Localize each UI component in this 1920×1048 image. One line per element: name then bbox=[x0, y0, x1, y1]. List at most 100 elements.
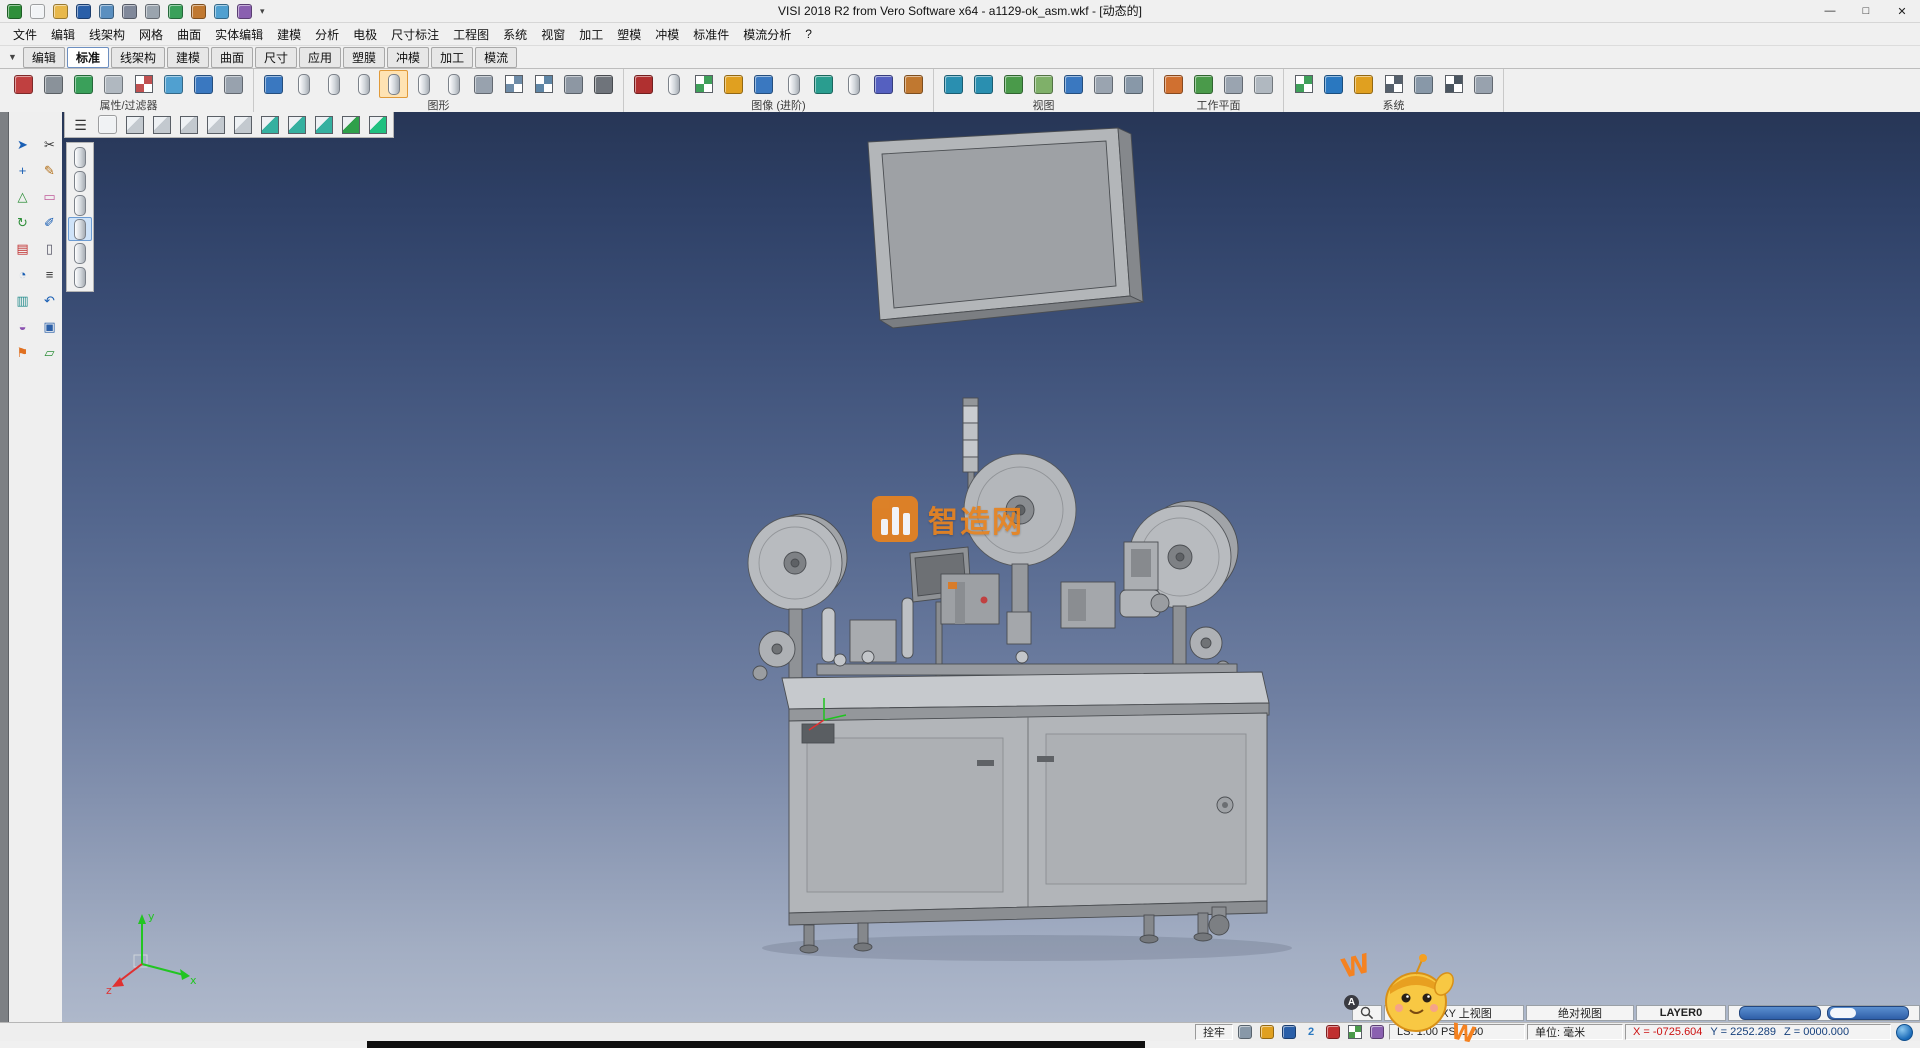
view-dynamic-icon[interactable] bbox=[1119, 70, 1148, 98]
clip-plane6-icon[interactable] bbox=[68, 265, 92, 289]
clip-plane2-icon[interactable] bbox=[68, 169, 92, 193]
wire-style2-icon[interactable] bbox=[319, 70, 348, 98]
adv-gallery-icon[interactable] bbox=[869, 70, 898, 98]
close-button[interactable]: ✕ bbox=[1884, 0, 1920, 22]
shade-style3-icon[interactable] bbox=[409, 70, 438, 98]
view-top-icon[interactable] bbox=[121, 113, 148, 137]
filter-link-icon[interactable] bbox=[159, 70, 188, 98]
shade-style-icon[interactable] bbox=[349, 70, 378, 98]
view-right-icon[interactable] bbox=[175, 113, 202, 137]
quickbar-caret-icon[interactable]: ▾ bbox=[256, 6, 269, 17]
workplane-axes-icon[interactable] bbox=[1159, 70, 1188, 98]
tab-die[interactable]: 冲模 bbox=[387, 47, 429, 68]
tab-machining[interactable]: 加工 bbox=[431, 47, 473, 68]
save-view-icon[interactable]: ▣ bbox=[36, 314, 63, 338]
view-front-icon[interactable] bbox=[148, 113, 175, 137]
workplane-view-icon[interactable] bbox=[1249, 70, 1278, 98]
menu-window[interactable]: 视窗 bbox=[534, 24, 572, 45]
menu-machining[interactable]: 加工 bbox=[572, 24, 610, 45]
system-layers-icon[interactable] bbox=[1409, 70, 1438, 98]
scissors-icon[interactable]: ✂ bbox=[36, 132, 63, 156]
settings-icon[interactable] bbox=[233, 1, 255, 21]
status-color-bars[interactable] bbox=[1728, 1005, 1920, 1021]
help-2-icon[interactable]: 2 bbox=[1300, 1023, 1322, 1041]
tab-edit[interactable]: 编辑 bbox=[23, 47, 65, 68]
menu-flow-analysis[interactable]: 模流分析 bbox=[736, 24, 798, 45]
adv-anim-icon[interactable] bbox=[899, 70, 928, 98]
capture-icon[interactable] bbox=[1256, 1023, 1278, 1041]
layers-icon[interactable]: ≡ bbox=[36, 262, 63, 286]
zoom-all-icon[interactable] bbox=[939, 70, 968, 98]
adv-camera-icon[interactable] bbox=[749, 70, 778, 98]
lock-toggle[interactable]: 拴牢 bbox=[1195, 1024, 1233, 1040]
view-menu-icon[interactable]: ☰ bbox=[67, 113, 94, 137]
redraw-icon[interactable] bbox=[259, 70, 288, 98]
tab-dimension[interactable]: 尺寸 bbox=[255, 47, 297, 68]
menu-analysis[interactable]: 分析 bbox=[308, 24, 346, 45]
stack-icon[interactable]: ▤ bbox=[9, 236, 36, 260]
wire-style-icon[interactable] bbox=[289, 70, 318, 98]
tab-surface[interactable]: 曲面 bbox=[211, 47, 253, 68]
pencil-icon[interactable]: ✎ bbox=[36, 158, 63, 182]
crosshair-icon[interactable]: + bbox=[9, 158, 36, 182]
clip-plane5-icon[interactable] bbox=[68, 241, 92, 265]
grid-snap-icon[interactable] bbox=[210, 1, 232, 21]
view-blank-icon[interactable] bbox=[94, 113, 121, 137]
render-horse-icon[interactable] bbox=[589, 70, 618, 98]
palette-icon[interactable]: ◒ bbox=[9, 314, 36, 338]
minimize-button[interactable]: — bbox=[1812, 0, 1848, 22]
system-monitor-icon[interactable] bbox=[1319, 70, 1348, 98]
plot-icon[interactable] bbox=[141, 1, 163, 21]
menu-help[interactable]: ? bbox=[798, 25, 819, 43]
clip-active-icon[interactable] bbox=[68, 217, 92, 241]
notebook-icon[interactable] bbox=[1278, 1023, 1300, 1041]
system-palette-icon[interactable] bbox=[1349, 70, 1378, 98]
menu-standard-parts[interactable]: 标准件 bbox=[686, 24, 736, 45]
view-iso-icon[interactable] bbox=[256, 113, 283, 137]
connection-orb-icon[interactable] bbox=[1896, 1024, 1913, 1041]
columns-icon[interactable]: ▥ bbox=[9, 288, 36, 312]
adv-texture-icon[interactable] bbox=[689, 70, 718, 98]
status-absolute-view[interactable]: 绝对视图 bbox=[1526, 1005, 1634, 1021]
menu-file[interactable]: 文件 bbox=[6, 24, 44, 45]
visi-logo-icon[interactable] bbox=[3, 1, 25, 21]
view-iso3-icon[interactable] bbox=[310, 113, 337, 137]
clip-plane1-icon[interactable] bbox=[68, 145, 92, 169]
menu-wireframe[interactable]: 线架构 bbox=[82, 24, 132, 45]
attr-magnet-icon[interactable] bbox=[9, 70, 38, 98]
menu-mesh[interactable]: 网格 bbox=[132, 24, 170, 45]
adv-render-icon[interactable] bbox=[629, 70, 658, 98]
color-bar-secondary[interactable] bbox=[1827, 1006, 1909, 1020]
adv-shadow-icon[interactable] bbox=[839, 70, 868, 98]
menu-drawing[interactable]: 工程图 bbox=[446, 24, 496, 45]
system-colors-icon[interactable] bbox=[1289, 70, 1318, 98]
view-store-icon[interactable] bbox=[1089, 70, 1118, 98]
save-icon[interactable] bbox=[72, 1, 94, 21]
menu-mold[interactable]: 塑模 bbox=[610, 24, 648, 45]
system-snap-icon[interactable] bbox=[1439, 70, 1468, 98]
menu-die[interactable]: 冲模 bbox=[648, 24, 686, 45]
trim-icon[interactable]: △ bbox=[9, 184, 36, 208]
system-grid-icon[interactable] bbox=[1379, 70, 1408, 98]
screen-icon[interactable] bbox=[1234, 1023, 1256, 1041]
system-plane-icon[interactable] bbox=[1469, 70, 1498, 98]
print-icon[interactable] bbox=[118, 1, 140, 21]
view-back-icon[interactable] bbox=[229, 113, 256, 137]
section-grid2-icon[interactable] bbox=[529, 70, 558, 98]
status-layer[interactable]: LAYER0 bbox=[1636, 1005, 1726, 1021]
pencil-plus-icon[interactable]: ✐ bbox=[36, 210, 63, 234]
workplane-align-icon[interactable] bbox=[1219, 70, 1248, 98]
menu-solid-edit[interactable]: 实体编辑 bbox=[208, 24, 270, 45]
view-iso2-icon[interactable] bbox=[283, 113, 310, 137]
menu-system[interactable]: 系统 bbox=[496, 24, 534, 45]
rotate-icon[interactable]: ↻ bbox=[9, 210, 36, 234]
clip-plane3-icon[interactable] bbox=[68, 193, 92, 217]
filter-cut-icon[interactable] bbox=[99, 70, 128, 98]
shade-style4-icon[interactable] bbox=[439, 70, 468, 98]
orbit-icon[interactable]: ◔ bbox=[9, 262, 36, 286]
section-grid-icon[interactable] bbox=[499, 70, 528, 98]
menu-modeling[interactable]: 建模 bbox=[270, 24, 308, 45]
rotate-view-icon[interactable] bbox=[1029, 70, 1058, 98]
new-file-icon[interactable] bbox=[26, 1, 48, 21]
eraser-icon[interactable]: ▭ bbox=[36, 184, 63, 208]
